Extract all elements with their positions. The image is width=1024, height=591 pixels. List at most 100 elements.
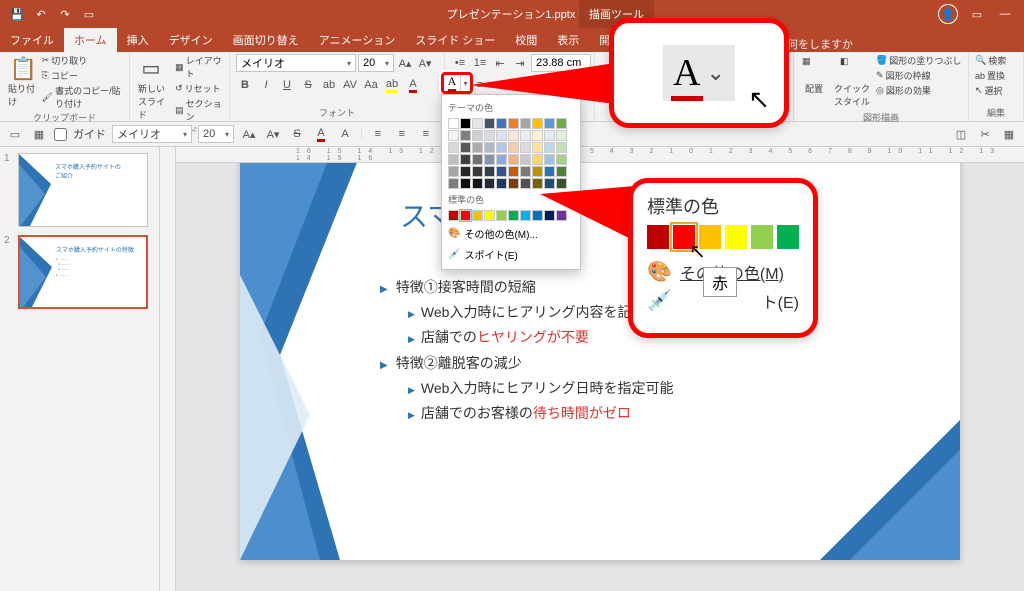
ribbon-options-icon[interactable]: ▭ bbox=[968, 5, 986, 23]
start-slideshow-icon[interactable]: ▭ bbox=[80, 5, 98, 23]
color-swatch[interactable] bbox=[472, 142, 483, 153]
qat-icon[interactable]: ▭ bbox=[6, 125, 24, 143]
grow-font-button[interactable]: A▴ bbox=[396, 54, 414, 72]
qat-size-combo[interactable]: 20▾ bbox=[198, 125, 234, 143]
color-swatch[interactable] bbox=[544, 166, 555, 177]
guide-checkbox[interactable] bbox=[54, 128, 67, 141]
horizontal-ruler[interactable]: 16 15 14 13 12 11 10 9 8 7 6 5 4 3 2 1 0… bbox=[176, 147, 1024, 163]
new-slide-button[interactable]: ▭ 新しい スライド bbox=[136, 54, 171, 123]
bullets-button[interactable]: •≡ bbox=[451, 54, 469, 72]
color-swatch[interactable] bbox=[532, 154, 543, 165]
shape-outline-button[interactable]: ✎図形の枠線 bbox=[876, 69, 961, 82]
color-swatch[interactable] bbox=[508, 166, 519, 177]
strike-button[interactable]: S bbox=[299, 76, 317, 94]
qat-grow-font[interactable]: A▴ bbox=[240, 125, 258, 143]
color-swatch[interactable] bbox=[777, 225, 799, 249]
paste-button[interactable]: 📋 貼り付け bbox=[6, 54, 38, 110]
color-swatch[interactable] bbox=[725, 225, 747, 249]
color-swatch[interactable] bbox=[556, 166, 567, 177]
color-swatch[interactable] bbox=[508, 142, 519, 153]
color-swatch[interactable] bbox=[496, 166, 507, 177]
color-swatch[interactable] bbox=[544, 154, 555, 165]
color-swatch[interactable] bbox=[448, 154, 459, 165]
qat-extra-2[interactable]: ✂ bbox=[976, 125, 994, 143]
color-swatch[interactable] bbox=[532, 142, 543, 153]
select-button[interactable]: ↖選択 bbox=[975, 84, 1003, 97]
shadow-button[interactable]: ab bbox=[320, 76, 338, 94]
replace-button[interactable]: ab置換 bbox=[975, 69, 1005, 82]
color-swatch[interactable] bbox=[460, 210, 471, 221]
vertical-ruler[interactable] bbox=[160, 147, 176, 591]
color-swatch[interactable] bbox=[508, 154, 519, 165]
layout-button[interactable]: ▦レイアウト bbox=[175, 54, 223, 80]
qat-effects[interactable]: A bbox=[336, 125, 354, 143]
color-swatch[interactable] bbox=[484, 130, 495, 141]
color-swatch[interactable] bbox=[520, 130, 531, 141]
color-swatch[interactable] bbox=[472, 166, 483, 177]
redo-icon[interactable]: ↷ bbox=[56, 5, 74, 23]
color-swatch[interactable] bbox=[532, 130, 543, 141]
color-swatch[interactable] bbox=[496, 154, 507, 165]
qat-extra-3[interactable]: ▦ bbox=[1000, 125, 1018, 143]
color-swatch[interactable] bbox=[448, 142, 459, 153]
color-swatch[interactable] bbox=[460, 154, 471, 165]
tab-transitions[interactable]: 画面切り替え bbox=[223, 28, 309, 52]
minimize-icon[interactable]: — bbox=[996, 5, 1014, 23]
qat-icon-2[interactable]: ▦ bbox=[30, 125, 48, 143]
color-swatch[interactable] bbox=[448, 166, 459, 177]
font-size-combo[interactable]: 20▾ bbox=[358, 54, 394, 72]
color-swatch[interactable] bbox=[520, 154, 531, 165]
qat-extra-1[interactable]: ◫ bbox=[952, 125, 970, 143]
section-button[interactable]: ▤セクション bbox=[175, 97, 223, 123]
color-swatch[interactable] bbox=[472, 130, 483, 141]
color-swatch[interactable] bbox=[508, 130, 519, 141]
color-swatch[interactable] bbox=[496, 178, 507, 189]
color-swatch[interactable] bbox=[556, 154, 567, 165]
format-painter-button[interactable]: 🖌書式のコピー/貼り付け bbox=[42, 84, 123, 110]
tab-review[interactable]: 校閲 bbox=[505, 28, 547, 52]
color-swatch[interactable] bbox=[448, 178, 459, 189]
color-swatch[interactable] bbox=[520, 210, 531, 221]
color-swatch[interactable] bbox=[472, 178, 483, 189]
color-swatch[interactable] bbox=[520, 178, 531, 189]
font-name-combo[interactable]: メイリオ▾ bbox=[236, 54, 356, 72]
tab-file[interactable]: ファイル bbox=[0, 28, 64, 52]
color-swatch[interactable] bbox=[448, 118, 459, 129]
arrange-button[interactable]: ▦配置 bbox=[800, 54, 828, 97]
color-swatch[interactable] bbox=[496, 210, 507, 221]
color-swatch[interactable] bbox=[472, 154, 483, 165]
tab-design[interactable]: デザイン bbox=[159, 28, 223, 52]
shape-fill-button[interactable]: 🪣図形の塗りつぶし bbox=[876, 54, 961, 67]
color-swatch[interactable] bbox=[484, 210, 495, 221]
color-swatch[interactable] bbox=[460, 178, 471, 189]
color-swatch[interactable] bbox=[508, 210, 519, 221]
spacing-button[interactable]: AV bbox=[341, 76, 359, 94]
shape-effects-button[interactable]: ◎図形の効果 bbox=[876, 84, 961, 97]
cut-button[interactable]: ✂切り取り bbox=[42, 54, 123, 67]
color-swatch[interactable] bbox=[448, 210, 459, 221]
quick-styles-button[interactable]: ◧クイック スタイル bbox=[832, 54, 872, 110]
slide-thumbnail-1[interactable]: スマホ購入予約サイトの ご紹介 bbox=[18, 153, 148, 227]
reset-button[interactable]: ↺リセット bbox=[175, 82, 223, 95]
color-swatch[interactable] bbox=[532, 166, 543, 177]
case-button[interactable]: Aa bbox=[362, 76, 380, 94]
tab-slideshow[interactable]: スライド ショー bbox=[405, 28, 505, 52]
copy-button[interactable]: ⎘コピー bbox=[42, 69, 123, 82]
italic-button[interactable]: I bbox=[257, 76, 275, 94]
color-swatch[interactable] bbox=[556, 130, 567, 141]
highlight-button[interactable]: ab bbox=[383, 76, 401, 94]
color-swatch[interactable] bbox=[544, 142, 555, 153]
color-swatch[interactable] bbox=[484, 178, 495, 189]
underline-button[interactable]: U bbox=[278, 76, 296, 94]
tab-home[interactable]: ホーム bbox=[64, 28, 117, 52]
color-swatch[interactable] bbox=[496, 130, 507, 141]
qat-align-c[interactable]: ≡ bbox=[393, 125, 411, 143]
color-swatch[interactable] bbox=[484, 142, 495, 153]
color-swatch[interactable] bbox=[496, 142, 507, 153]
color-swatch[interactable] bbox=[472, 210, 483, 221]
color-swatch[interactable] bbox=[448, 130, 459, 141]
undo-icon[interactable]: ↶ bbox=[32, 5, 50, 23]
qat-align-l[interactable]: ≡ bbox=[369, 125, 387, 143]
qat-align-r[interactable]: ≡ bbox=[417, 125, 435, 143]
tab-view[interactable]: 表示 bbox=[547, 28, 589, 52]
